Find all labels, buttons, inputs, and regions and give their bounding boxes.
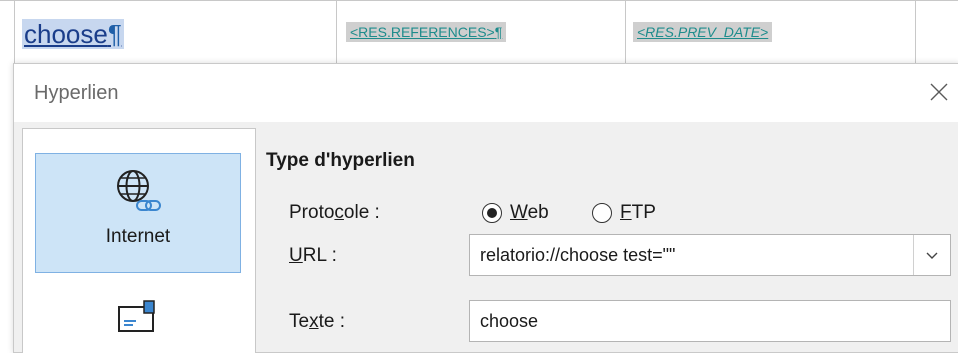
document-background: choose¶ <RES.REFERENCES>¶ <RES.PREV_DATE… <box>0 0 958 64</box>
paragraph-mark: ¶ <box>107 19 122 49</box>
protocol-web-radio[interactable]: Web <box>482 202 549 224</box>
section-title: Type d'hyperlien <box>266 150 415 171</box>
radio-unchecked-indicator <box>592 203 612 223</box>
url-value: relatorio://choose test="" <box>480 245 676 265</box>
category-mail[interactable] <box>35 299 239 349</box>
dialog-titlebar: Hyperlien <box>14 64 958 122</box>
hyperlink-dialog: Hyperlien Internet Type d'hyperlien Prot… <box>13 63 958 353</box>
url-dropdown-button[interactable] <box>913 235 950 275</box>
dialog-body: Internet Type d'hyperlien Protocole : We… <box>14 122 958 353</box>
category-sidebar: Internet <box>22 128 256 353</box>
field-res-references[interactable]: <RES.REFERENCES>¶ <box>346 22 507 42</box>
chevron-down-icon <box>926 252 938 259</box>
table-border <box>336 0 337 64</box>
protocol-ftp-radio[interactable]: FTP <box>592 202 656 224</box>
protocol-label: Protocole : <box>289 202 380 223</box>
url-label: URL : <box>289 245 337 266</box>
table-border <box>915 0 916 64</box>
category-internet[interactable]: Internet <box>35 153 241 273</box>
text-value: choose <box>480 311 539 331</box>
table-border-top <box>0 0 958 1</box>
text-label: Texte : <box>289 311 345 332</box>
radio-label: FTP <box>620 202 656 223</box>
document-hyperlink[interactable]: choose¶ <box>22 19 124 49</box>
close-icon <box>930 83 948 101</box>
url-combobox[interactable]: relatorio://choose test="" <box>469 234 951 276</box>
dialog-title: Hyperlien <box>34 82 119 104</box>
close-button[interactable] <box>921 74 957 110</box>
table-border <box>14 0 15 64</box>
text-input[interactable]: choose <box>469 300 951 342</box>
field-res-prev-date[interactable]: <RES.PREV_DATE> <box>633 22 773 42</box>
table-border <box>625 0 626 64</box>
mail-icon <box>118 300 155 332</box>
radio-checked-indicator <box>482 203 502 223</box>
category-label: Internet <box>105 226 171 247</box>
radio-label: Web <box>510 202 549 223</box>
globe-link-icon <box>117 170 161 211</box>
